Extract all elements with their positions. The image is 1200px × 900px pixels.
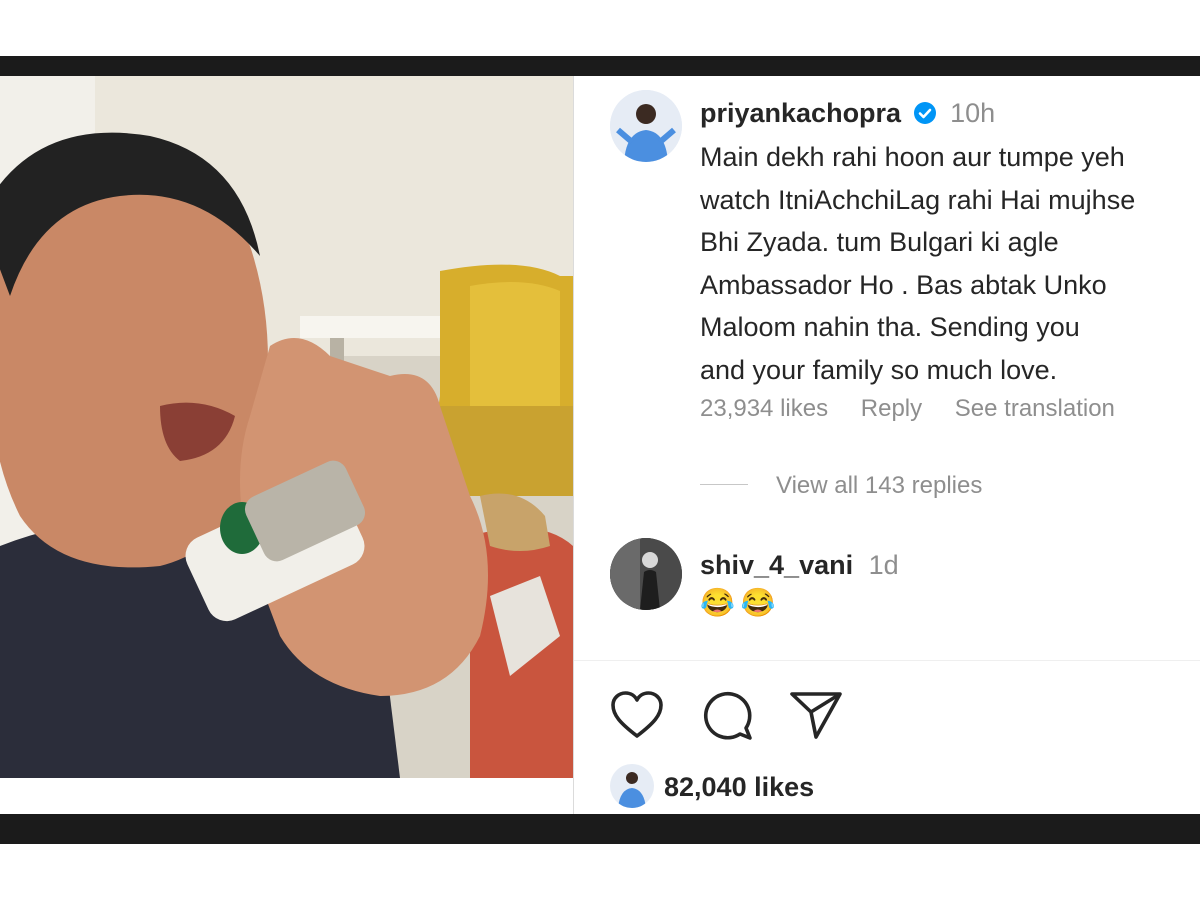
comment-likes[interactable]: 23,934 likes [700, 395, 828, 422]
avatar-image [610, 764, 654, 808]
comment-time: 1d [868, 550, 899, 580]
replies-line [700, 484, 748, 485]
top-letterbox-bar [0, 56, 1200, 76]
share-send-icon[interactable] [788, 689, 844, 741]
view-replies-button[interactable]: View all 143 replies [776, 471, 982, 501]
comment-time: 10h [950, 98, 996, 128]
commenter-avatar[interactable] [610, 90, 682, 162]
avatar-image [610, 538, 682, 610]
reply-button[interactable]: Reply [861, 395, 922, 422]
like-heart-icon[interactable] [610, 690, 664, 740]
comment-header: priyankachopra 10h [700, 96, 995, 133]
comments-panel: priyankachopra 10h Main dekh rahi hoon a… [574, 76, 1200, 814]
comment-username[interactable]: shiv_4_vani [700, 550, 853, 580]
avatar-image [610, 90, 682, 162]
video-frame-illustration [0, 76, 573, 778]
see-translation-button[interactable]: See translation [955, 395, 1115, 422]
comment-text: 😂😂 [700, 587, 782, 618]
comment-header: shiv_4_vani 1d [700, 548, 899, 582]
comment-username[interactable]: priyankachopra [700, 98, 901, 128]
comment-text: Main dekh rahi hoon aur tumpe yeh watch … [700, 142, 1136, 385]
comments-scroll-edge [574, 654, 1200, 661]
post-likes-count[interactable]: 82,040 likes [664, 770, 814, 804]
liker-avatar[interactable] [610, 764, 654, 808]
comment-meta: 23,934 likes Reply See translation [700, 394, 1141, 424]
bottom-letterbox-bar [0, 814, 1200, 844]
post-video[interactable] [0, 76, 573, 778]
comment-bubble-icon[interactable] [700, 688, 754, 742]
commenter-avatar[interactable] [610, 538, 682, 610]
verified-badge-icon [913, 99, 937, 133]
